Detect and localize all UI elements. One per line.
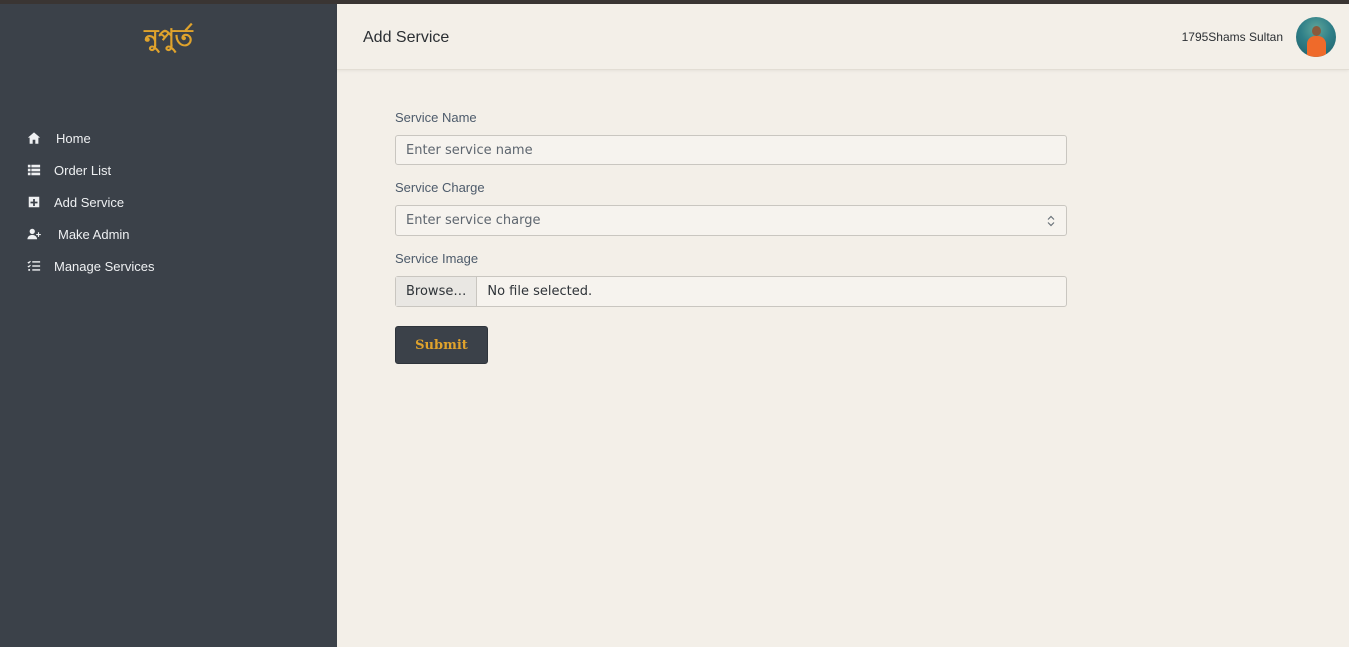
sidebar-item-order-list[interactable]: Order List	[0, 154, 337, 186]
service-name-placeholder: Enter service name	[406, 142, 533, 158]
list-icon	[26, 162, 42, 178]
sidebar-item-make-admin[interactable]: Make Admin	[0, 218, 337, 250]
sidebar-item-label: Order List	[54, 162, 112, 178]
sidebar-nav: Home Order List Add Service Make Admin M…	[0, 122, 337, 282]
plus-square-icon	[26, 194, 42, 210]
add-service-form: Service Name Enter service name Service …	[395, 110, 1067, 364]
browse-button[interactable]: Browse…	[396, 277, 478, 306]
page-title: Add Service	[363, 29, 450, 46]
service-charge-input[interactable]: Enter service charge	[395, 205, 1067, 236]
service-charge-label: Service Charge	[395, 180, 485, 195]
user-plus-icon	[26, 226, 42, 242]
sidebar-item-label: Make Admin	[58, 226, 130, 242]
top-header: Add Service 1795Shams Sultan	[337, 4, 1349, 70]
number-spinner-icon[interactable]	[1046, 214, 1056, 228]
sidebar-item-label: Manage Services	[54, 258, 155, 274]
user-name: 1795Shams Sultan	[1181, 30, 1283, 44]
avatar-head-shape	[1312, 26, 1321, 36]
avatar[interactable]	[1296, 17, 1336, 57]
sidebar-item-add-service[interactable]: Add Service	[0, 186, 337, 218]
home-icon	[26, 130, 42, 146]
avatar-body-shape	[1307, 36, 1326, 57]
sidebar-item-label: Home	[56, 130, 91, 146]
sidebar-item-manage-services[interactable]: Manage Services	[0, 250, 337, 282]
sidebar: নুপুর্ত Home Order List Add Service Make…	[0, 4, 337, 647]
service-name-input[interactable]: Enter service name	[395, 135, 1067, 165]
brand-logo[interactable]: নুপুর্ত	[0, 20, 337, 60]
sidebar-item-label: Add Service	[54, 194, 125, 210]
sidebar-item-home[interactable]: Home	[0, 122, 337, 154]
submit-button[interactable]: Submit	[395, 326, 488, 364]
file-status-text: No file selected.	[487, 284, 593, 299]
service-image-label: Service Image	[395, 251, 479, 266]
tasks-icon	[26, 258, 42, 274]
service-image-file-input[interactable]: Browse… No file selected.	[395, 276, 1067, 307]
service-charge-placeholder: Enter service charge	[406, 213, 541, 228]
service-name-label: Service Name	[395, 110, 477, 125]
